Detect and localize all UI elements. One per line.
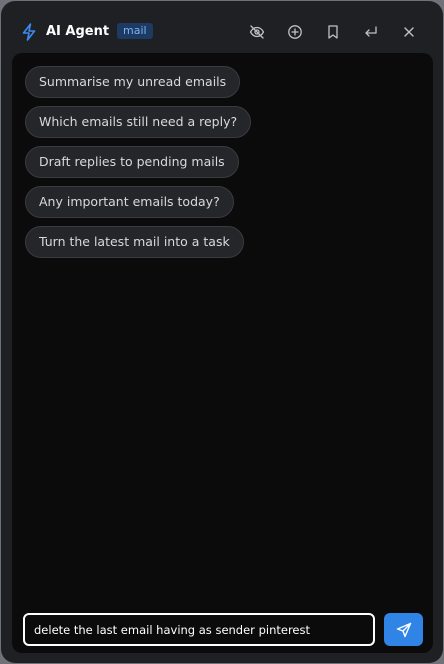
close-icon[interactable] <box>398 21 420 43</box>
message-input[interactable] <box>23 613 375 646</box>
suggestion-chip[interactable]: Any important emails today? <box>25 186 234 218</box>
bolt-icon <box>21 23 37 41</box>
bookmark-icon[interactable] <box>322 21 344 43</box>
plus-circle-icon[interactable] <box>284 21 306 43</box>
suggestion-chip[interactable]: Draft replies to pending mails <box>25 146 239 178</box>
chat-area: Summarise my unread emails Which emails … <box>12 53 433 653</box>
suggestion-chip[interactable]: Summarise my unread emails <box>25 66 241 98</box>
eye-off-icon[interactable] <box>246 21 268 43</box>
suggestion-chip[interactable]: Turn the latest mail into a task <box>25 226 244 258</box>
panel-header: AI Agent mail <box>1 1 443 53</box>
enter-icon[interactable] <box>360 21 382 43</box>
suggestion-chip[interactable]: Which emails still need a reply? <box>25 106 252 138</box>
send-icon <box>396 622 412 638</box>
panel-title: AI Agent <box>46 24 110 39</box>
context-badge: mail <box>117 23 153 39</box>
agent-panel: AI Agent mail Summarise my unread emails… <box>1 1 443 663</box>
send-button[interactable] <box>384 613 423 646</box>
